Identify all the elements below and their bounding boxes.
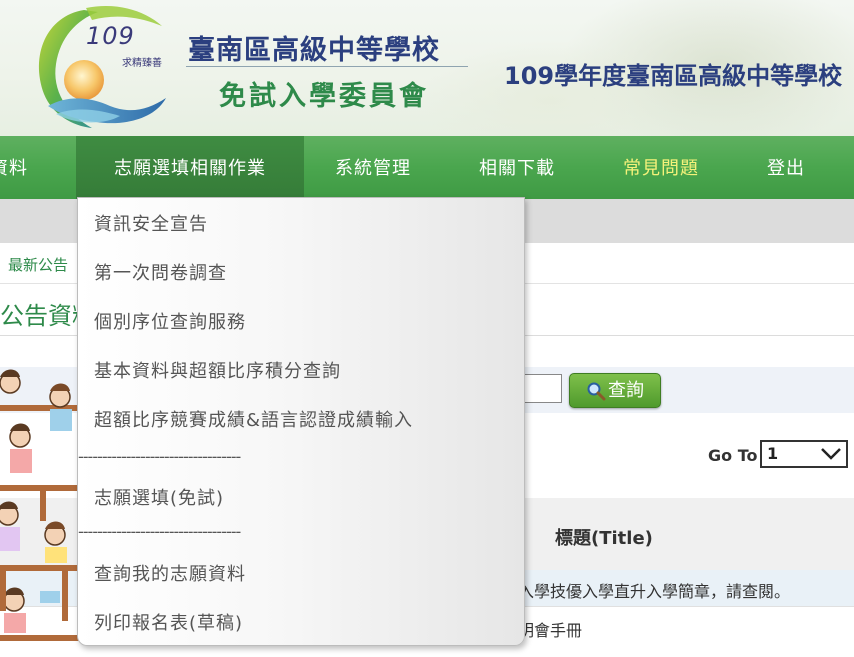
goto-page-value: 1 [767, 444, 779, 463]
classroom-illustration [0, 369, 82, 641]
menu-separator: ---------------------------------- [78, 447, 241, 466]
logo-number: 109 [86, 22, 135, 50]
logo-motto: 求精臻善 [122, 58, 162, 69]
header-banner: 109 求精臻善 臺南區高級中等學校 免試入學委員會 109學年度臺南區高級中等… [0, 0, 854, 136]
menu-item-print-registration-draft[interactable]: 列印報名表(草稿) [94, 609, 243, 635]
page-year-title: 109學年度臺南區高級中等學校 [504, 62, 843, 90]
menu-item-my-choices[interactable]: 查詢我的志願資料 [94, 560, 246, 586]
menu-separator: ---------------------------------- [78, 522, 241, 541]
menu-item-rank-query[interactable]: 個別序位查詢服務 [94, 308, 246, 334]
dropdown-menu-application-tasks: 資訊安全宣告 第一次問卷調查 個別序位查詢服務 基本資料與超額比序積分查詢 超額… [77, 197, 525, 646]
menu-item-basic-data-score-query[interactable]: 基本資料與超額比序積分查詢 [94, 357, 341, 383]
nav-item-downloads[interactable]: 相關下載 [479, 136, 555, 199]
goto-label: Go To [708, 446, 758, 465]
org-name-line1: 臺南區高級中等學校 [188, 35, 440, 66]
search-button-label: 查詢 [608, 380, 644, 401]
menu-item-competition-language-score-input[interactable]: 超額比序競賽成績&語言認證成績輸入 [94, 406, 413, 432]
row-title[interactable]: 明會手冊 [518, 617, 582, 641]
menu-item-choice-selection[interactable]: 志願選填(免試) [94, 484, 224, 510]
search-button[interactable]: 查詢 [569, 373, 661, 408]
chevron-down-icon [821, 448, 841, 460]
goto-page-select[interactable]: 1 [760, 440, 848, 468]
org-name-line2: 免試入學委員會 [219, 81, 429, 112]
menu-item-security-statement[interactable]: 資訊安全宣告 [94, 210, 208, 236]
column-header-title: 標題(Title) [555, 528, 653, 549]
nav-item-application-tasks[interactable]: 志願選填相關作業 [76, 136, 304, 199]
org-divider [186, 66, 468, 67]
menu-item-first-survey[interactable]: 第一次問卷調查 [94, 259, 227, 285]
nav-item-logout[interactable]: 登出 [767, 136, 805, 199]
nav-item-system-management[interactable]: 系統管理 [335, 136, 411, 199]
breadcrumb-link-news[interactable]: 最新公告 [8, 254, 68, 275]
magnifier-icon [587, 382, 606, 401]
row-title[interactable]: 入學技優入學直升入學簡章，請查閱。 [518, 578, 790, 602]
main-nav: 資料 志願選填相關作業 系統管理 相關下載 常見問題 登出 [0, 136, 854, 199]
nav-item-data[interactable]: 資料 [0, 136, 28, 199]
nav-item-faq[interactable]: 常見問題 [623, 136, 699, 199]
